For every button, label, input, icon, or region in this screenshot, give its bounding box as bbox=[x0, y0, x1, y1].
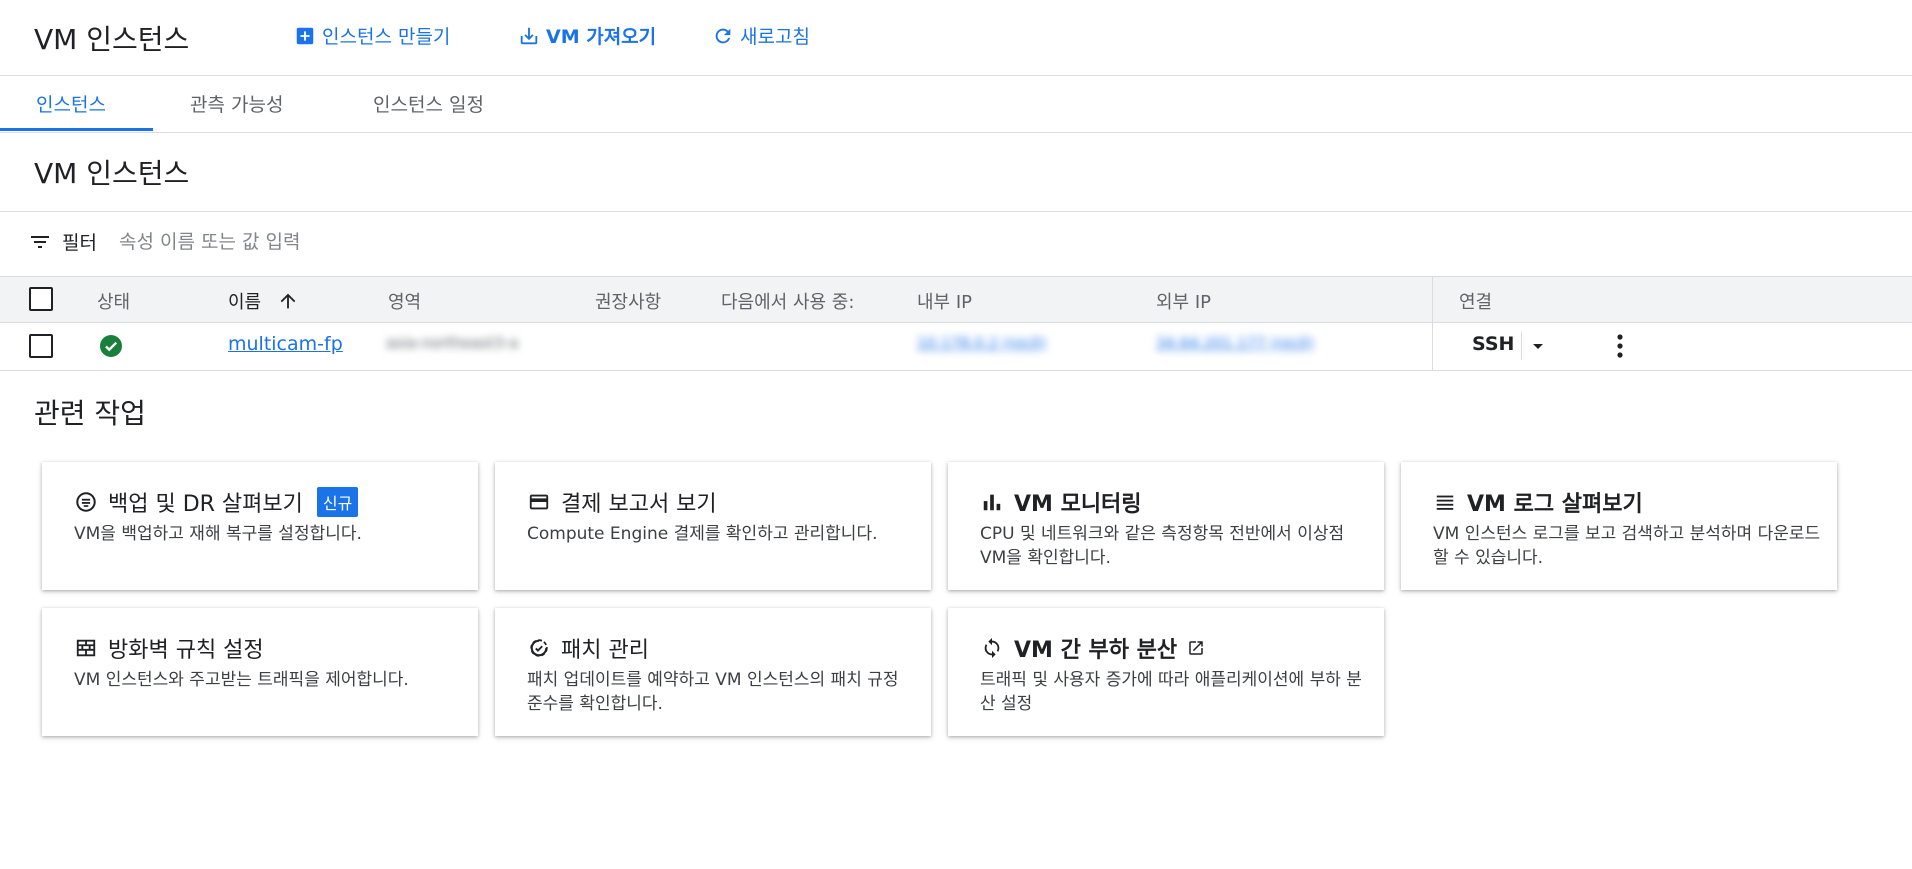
add-box-icon bbox=[296, 27, 314, 44]
tab-bar: 인스턴스 관측 가능성 인스턴스 일정 bbox=[0, 76, 1912, 133]
card-patch-management[interactable]: 패치 관리 패치 업데이트를 예약하고 VM 인스턴스의 패치 규정 준수를 확… bbox=[495, 608, 931, 736]
ssh-split-divider bbox=[1521, 332, 1522, 360]
card-title: VM 간 부하 분산 bbox=[1014, 638, 1178, 663]
backup-icon bbox=[74, 490, 98, 514]
card-description: VM을 백업하고 재해 복구를 설정합니다. bbox=[74, 524, 362, 544]
instance-name-link[interactable]: multicam-fp bbox=[228, 333, 343, 355]
table-row: multicam-fp asia-northeast3-a 10.178.0.2… bbox=[0, 322, 1912, 371]
import-vm-label: VM 가져오기 bbox=[546, 26, 657, 48]
patch-icon bbox=[527, 636, 551, 660]
page-title: VM 인스턴스 bbox=[34, 23, 190, 56]
column-zone[interactable]: 영역 bbox=[388, 288, 421, 314]
active-tab-indicator bbox=[0, 128, 153, 131]
tab-instances[interactable]: 인스턴스 bbox=[36, 90, 106, 117]
column-external-ip[interactable]: 외부 IP bbox=[1156, 288, 1211, 314]
ssh-dropdown-icon[interactable] bbox=[1526, 334, 1550, 358]
card-description: 트래픽 및 사용자 증가에 따라 애플리케이션에 부하 분산 설정 bbox=[980, 670, 1362, 714]
card-backup-dr[interactable]: 백업 및 DR 살펴보기 신규 VM을 백업하고 재해 복구를 설정합니다. bbox=[42, 462, 478, 590]
column-internal-ip[interactable]: 내부 IP bbox=[917, 288, 972, 314]
filter-bar: 필터 bbox=[28, 228, 521, 255]
card-description: CPU 및 네트워크와 같은 측정항목 전반에서 이상점 VM을 확인합니다. bbox=[980, 524, 1345, 568]
column-recommendation[interactable]: 권장사항 bbox=[595, 288, 661, 314]
status-running-icon bbox=[100, 335, 122, 357]
list-icon bbox=[1433, 490, 1457, 514]
column-connect: 연결 bbox=[1459, 292, 1493, 313]
card-title: VM 로그 살펴보기 bbox=[1467, 492, 1643, 517]
refresh-button[interactable]: 새로고침 bbox=[712, 22, 810, 49]
internal-ip-value[interactable]: 10.178.0.2 (nic0) bbox=[917, 334, 1046, 352]
tab-instance-schedules[interactable]: 인스턴스 일정 bbox=[373, 90, 484, 117]
card-vm-logs[interactable]: VM 로그 살펴보기 VM 인스턴스 로그를 보고 검색하고 분석하며 다운로드… bbox=[1401, 462, 1837, 590]
row-checkbox[interactable] bbox=[29, 334, 53, 358]
card-title: 방화벽 규칙 설정 bbox=[108, 638, 264, 663]
new-badge: 신규 bbox=[316, 487, 359, 517]
create-instance-label: 인스턴스 만들기 bbox=[322, 26, 451, 48]
card-title: 패치 관리 bbox=[561, 638, 649, 663]
firewall-icon bbox=[74, 636, 98, 660]
select-all-checkbox[interactable] bbox=[29, 287, 53, 311]
ssh-button[interactable]: SSH bbox=[1472, 333, 1514, 355]
tab-observability[interactable]: 관측 가능성 bbox=[190, 90, 283, 117]
bar-chart-icon bbox=[980, 490, 1004, 514]
column-name-label: 이름 bbox=[228, 292, 262, 313]
column-in-use-by[interactable]: 다음에서 사용 중: bbox=[721, 288, 854, 314]
card-vm-monitoring[interactable]: VM 모니터링 CPU 및 네트워크와 같은 측정항목 전반에서 이상점 VM을… bbox=[948, 462, 1384, 590]
divider bbox=[0, 211, 1912, 212]
card-description: Compute Engine 결제를 확인하고 관리합니다. bbox=[527, 524, 878, 544]
more-vert-icon[interactable] bbox=[1608, 331, 1632, 361]
column-name[interactable]: 이름 bbox=[228, 288, 299, 314]
table-header: 상태 이름 영역 권장사항 다음에서 사용 중: 내부 IP 외부 IP 연결 bbox=[0, 276, 1912, 323]
card-title: VM 모니터링 bbox=[1014, 492, 1142, 517]
external-link-icon bbox=[1189, 641, 1203, 655]
column-status[interactable]: 상태 bbox=[97, 288, 130, 314]
related-actions-title: 관련 작업 bbox=[34, 397, 146, 430]
card-description: VM 인스턴스 로그를 보고 검색하고 분석하며 다운로드할 수 있습니다. bbox=[1433, 524, 1821, 568]
import-vm-button[interactable]: VM 가져오기 bbox=[518, 22, 656, 49]
card-description: VM 인스턴스와 주고받는 트래픽을 제어합니다. bbox=[74, 670, 409, 690]
download-icon bbox=[520, 27, 538, 44]
billing-card-icon bbox=[527, 490, 551, 514]
create-instance-button[interactable]: 인스턴스 만들기 bbox=[294, 22, 450, 49]
card-load-balancing[interactable]: VM 간 부하 분산 트래픽 및 사용자 증가에 따라 애플리케이션에 부하 분… bbox=[948, 608, 1384, 736]
filter-icon[interactable] bbox=[28, 230, 52, 254]
card-title: 결제 보고서 보기 bbox=[561, 492, 717, 517]
page-header: VM 인스턴스 인스턴스 만들기 VM 가져오기 새로고침 bbox=[0, 0, 1912, 76]
refresh-icon bbox=[715, 28, 731, 43]
load-balance-icon bbox=[980, 636, 1004, 660]
refresh-label: 새로고침 bbox=[740, 26, 810, 48]
card-title: 백업 및 DR 살펴보기 bbox=[108, 492, 303, 517]
sort-ascending-icon[interactable] bbox=[277, 290, 299, 312]
instance-zone: asia-northeast3-a bbox=[386, 334, 519, 352]
external-ip-value[interactable]: 34.64.201.177 (nic0) bbox=[1156, 334, 1314, 352]
section-title: VM 인스턴스 bbox=[34, 157, 190, 190]
card-billing-report[interactable]: 결제 보고서 보기 Compute Engine 결제를 확인하고 관리합니다. bbox=[495, 462, 931, 590]
card-firewall-rules[interactable]: 방화벽 규칙 설정 VM 인스턴스와 주고받는 트래픽을 제어합니다. bbox=[42, 608, 478, 736]
filter-label: 필터 bbox=[62, 232, 97, 254]
card-description: 패치 업데이트를 예약하고 VM 인스턴스의 패치 규정 준수를 확인합니다. bbox=[527, 670, 899, 714]
filter-input[interactable] bbox=[116, 229, 521, 254]
